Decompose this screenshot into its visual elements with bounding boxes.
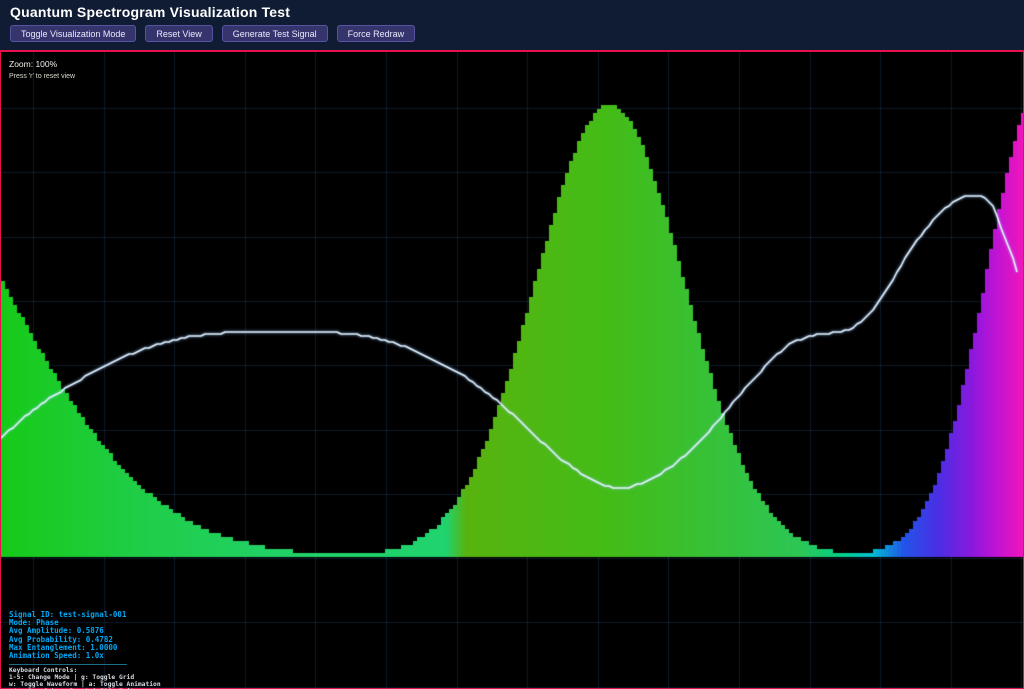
signal-info-block: Signal ID: test-signal-001Mode: PhaseAvg… [9, 611, 161, 660]
hud-divider [9, 664, 127, 665]
keyboard-help-block: Keyboard Controls:1-5: Change Mode | g: … [9, 668, 161, 689]
generate-test-signal-button[interactable]: Generate Test Signal [222, 25, 328, 42]
page-title: Quantum Spectrogram Visualization Test [0, 0, 1024, 20]
hud-overlay: Signal ID: test-signal-001Mode: PhaseAvg… [9, 611, 161, 689]
toolbar: Toggle Visualization Mode Reset View Gen… [0, 20, 1024, 42]
spectrogram-panel: Zoom: 100% Press 'r' to reset view Signa… [0, 50, 1024, 689]
zoom-level-label: Zoom: 100% [9, 59, 57, 69]
top-bar: Quantum Spectrogram Visualization Test T… [0, 0, 1024, 50]
text-line: Animation Speed: 1.0x [9, 652, 161, 660]
reset-view-button[interactable]: Reset View [145, 25, 212, 42]
force-redraw-button[interactable]: Force Redraw [337, 25, 416, 42]
reset-hint-label: Press 'r' to reset view [9, 73, 75, 80]
spectrogram-canvas[interactable] [1, 52, 1023, 689]
toggle-visualization-mode-button[interactable]: Toggle Visualization Mode [10, 25, 136, 42]
